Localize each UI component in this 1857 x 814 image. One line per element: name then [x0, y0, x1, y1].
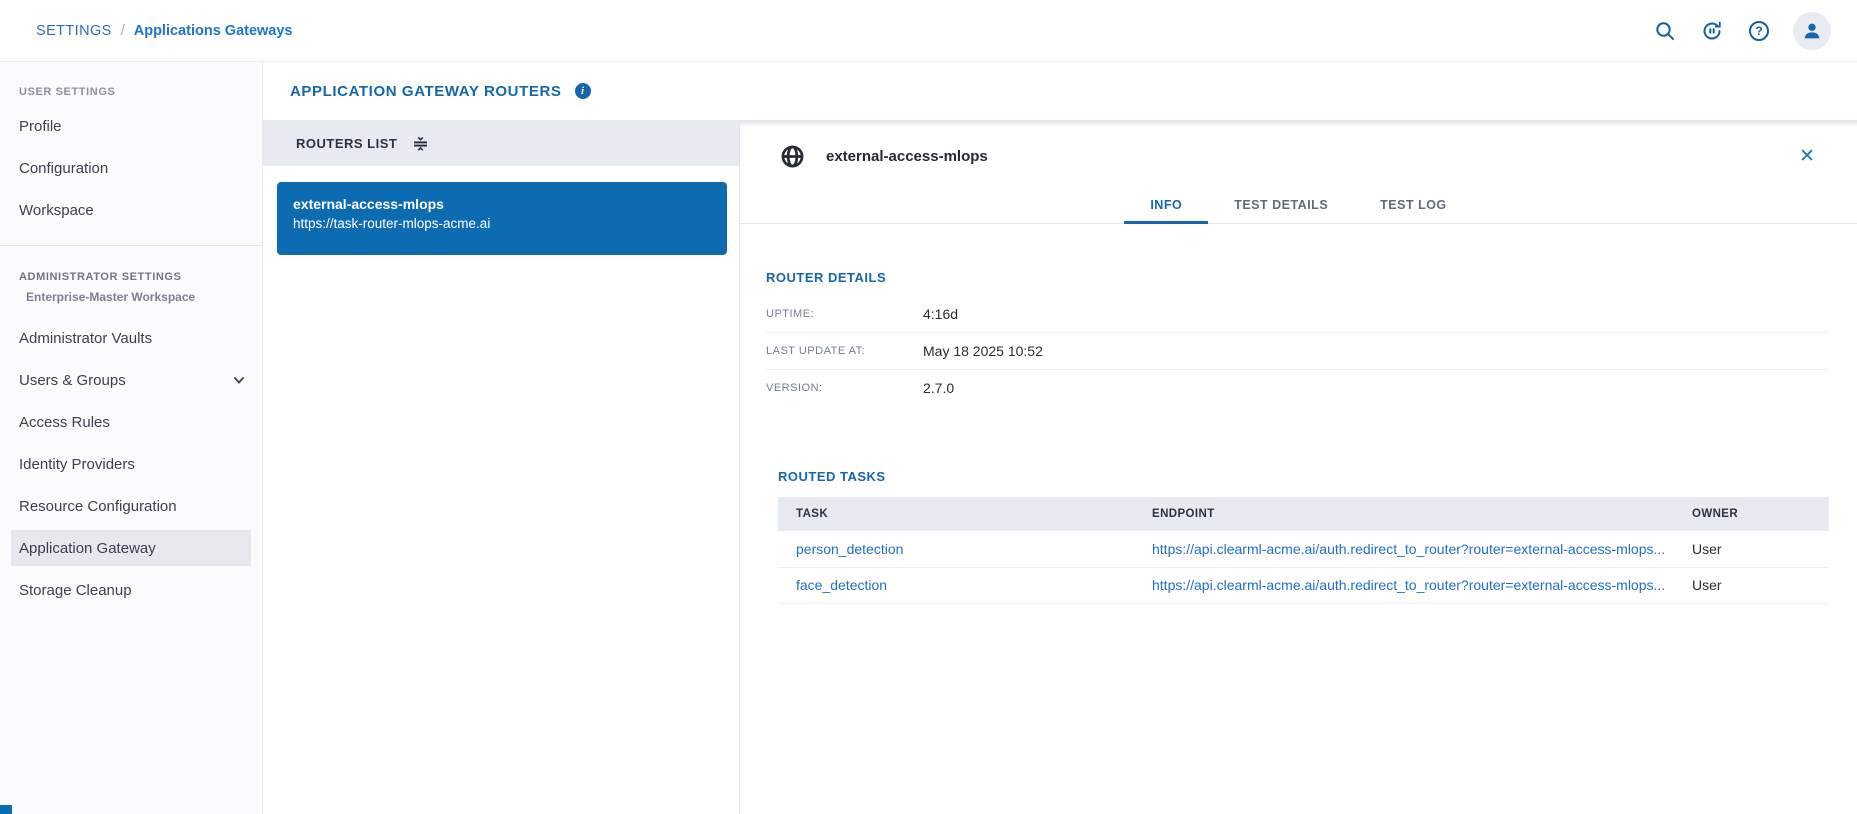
detail-value: 2.7.0: [923, 380, 954, 396]
tab-test-details[interactable]: TEST DETAILS: [1208, 186, 1354, 223]
sidebar-item-label: Workspace: [19, 202, 94, 219]
router-list-item-external-access-mlops[interactable]: external-access-mlops https://task-route…: [277, 182, 727, 255]
sidebar-item-access-rules[interactable]: Access Rules: [0, 401, 262, 443]
breadcrumb-settings[interactable]: SETTINGS: [36, 23, 112, 39]
routed-tasks-title: ROUTED TASKS: [778, 469, 1829, 484]
routers-list-title: ROUTERS LIST: [296, 136, 397, 151]
sidebar-item-label: Configuration: [19, 160, 108, 177]
column-header-task: TASK: [778, 497, 1134, 531]
sidebar-item-profile[interactable]: Profile: [0, 105, 262, 147]
sidebar-item-workspace[interactable]: Workspace: [0, 189, 262, 231]
detail-label: VERSION:: [766, 382, 923, 394]
sidebar-section-administrator-settings: ADMINISTRATOR SETTINGS: [0, 269, 262, 285]
detail-label: UPTIME:: [766, 308, 923, 320]
endpoint-link[interactable]: https://api.clearml-acme.ai/auth.redirec…: [1134, 531, 1674, 567]
filter-icon[interactable]: [412, 135, 429, 152]
column-header-owner: OWNER: [1674, 497, 1829, 531]
sidebar-item-label: Resource Configuration: [19, 498, 177, 515]
sidebar-item-administrator-vaults[interactable]: Administrator Vaults: [0, 317, 262, 359]
page-title: APPLICATION GATEWAY ROUTERS: [290, 83, 562, 100]
detail-value: 4:16d: [923, 306, 958, 322]
breadcrumb-separator: /: [121, 23, 125, 39]
detail-row-uptime: UPTIME: 4:16d: [766, 295, 1829, 332]
sidebar-item-identity-providers[interactable]: Identity Providers: [0, 443, 262, 485]
column-header-endpoint: ENDPOINT: [1134, 497, 1674, 531]
detail-row-last-update: LAST UPDATE AT: May 18 2025 10:52: [766, 332, 1829, 369]
detail-value: May 18 2025 10:52: [923, 343, 1043, 359]
main-content: APPLICATION GATEWAY ROUTERS i ROUTERS LI…: [263, 62, 1857, 814]
sidebar: USER SETTINGS Profile Configuration Work…: [0, 62, 263, 814]
globe-icon: [780, 144, 805, 169]
breadcrumb-applications-gateways: Applications Gateways: [134, 23, 293, 39]
sidebar-item-resource-configuration[interactable]: Resource Configuration: [0, 485, 262, 527]
bottom-left-accent: [0, 805, 12, 814]
detail-panel-title: external-access-mlops: [826, 148, 988, 165]
sidebar-item-application-gateway[interactable]: Application Gateway: [11, 530, 251, 566]
info-icon[interactable]: i: [575, 83, 591, 99]
sidebar-item-label: Identity Providers: [19, 456, 135, 473]
chevron-down-icon: [232, 373, 246, 387]
sidebar-item-label: Application Gateway: [19, 540, 156, 557]
detail-label: LAST UPDATE AT:: [766, 345, 923, 357]
tab-info[interactable]: INFO: [1124, 186, 1208, 223]
close-icon[interactable]: ✕: [1799, 147, 1815, 166]
owner-cell: User: [1674, 567, 1829, 603]
topbar-actions: ?: [1652, 12, 1831, 50]
task-link[interactable]: person_detection: [778, 531, 1134, 567]
sidebar-item-storage-cleanup[interactable]: Storage Cleanup: [0, 569, 262, 611]
user-avatar-icon[interactable]: [1793, 12, 1831, 50]
topbar: SETTINGS / Applications Gateways ?: [0, 0, 1857, 62]
sidebar-item-label: Profile: [19, 118, 62, 135]
sidebar-item-users-groups[interactable]: Users & Groups: [0, 359, 262, 401]
routers-list-panel: ROUTERS LIST external-access-mlops https…: [263, 120, 740, 814]
table-header-row: TASK ENDPOINT OWNER: [778, 497, 1829, 531]
routers-list-header: ROUTERS LIST: [263, 120, 739, 166]
breadcrumb: SETTINGS / Applications Gateways: [36, 23, 293, 39]
router-name: external-access-mlops: [293, 196, 711, 212]
router-detail-panel: external-access-mlops ✕ INFO TEST DETAIL…: [740, 120, 1857, 814]
detail-panel-header: external-access-mlops ✕: [740, 120, 1857, 169]
sidebar-item-label: Administrator Vaults: [19, 330, 152, 347]
router-url: https://task-router-mlops-acme.ai: [293, 216, 711, 231]
sidebar-item-label: Users & Groups: [19, 372, 126, 389]
task-link[interactable]: face_detection: [778, 567, 1134, 603]
search-icon[interactable]: [1652, 18, 1678, 44]
router-details-title: ROUTER DETAILS: [766, 270, 1829, 285]
table-row-face-detection: face_detection https://api.clearml-acme.…: [778, 567, 1829, 603]
help-icon[interactable]: ?: [1746, 18, 1772, 44]
detail-panel-content: ROUTER DETAILS UPTIME: 4:16d LAST UPDATE…: [740, 270, 1857, 604]
detail-tabs: INFO TEST DETAILS TEST LOG: [740, 186, 1857, 224]
owner-cell: User: [1674, 531, 1829, 567]
page-header: APPLICATION GATEWAY ROUTERS i: [263, 62, 1857, 120]
sidebar-section-user-settings: USER SETTINGS: [0, 84, 262, 100]
detail-row-version: VERSION: 2.7.0: [766, 369, 1829, 406]
svg-text:?: ?: [1755, 24, 1762, 38]
sidebar-item-configuration[interactable]: Configuration: [0, 147, 262, 189]
refresh-paused-icon[interactable]: [1699, 18, 1725, 44]
sidebar-item-label: Storage Cleanup: [19, 582, 132, 599]
table-row-person-detection: person_detection https://api.clearml-acm…: [778, 531, 1829, 567]
sidebar-workspace-scope-label: Enterprise-Master Workspace: [0, 288, 262, 306]
routed-tasks-table: TASK ENDPOINT OWNER person_detection htt…: [778, 497, 1829, 604]
tab-test-log[interactable]: TEST LOG: [1354, 186, 1473, 223]
sidebar-item-label: Access Rules: [19, 414, 110, 431]
endpoint-link[interactable]: https://api.clearml-acme.ai/auth.redirec…: [1134, 567, 1674, 603]
sidebar-divider: [0, 245, 262, 246]
